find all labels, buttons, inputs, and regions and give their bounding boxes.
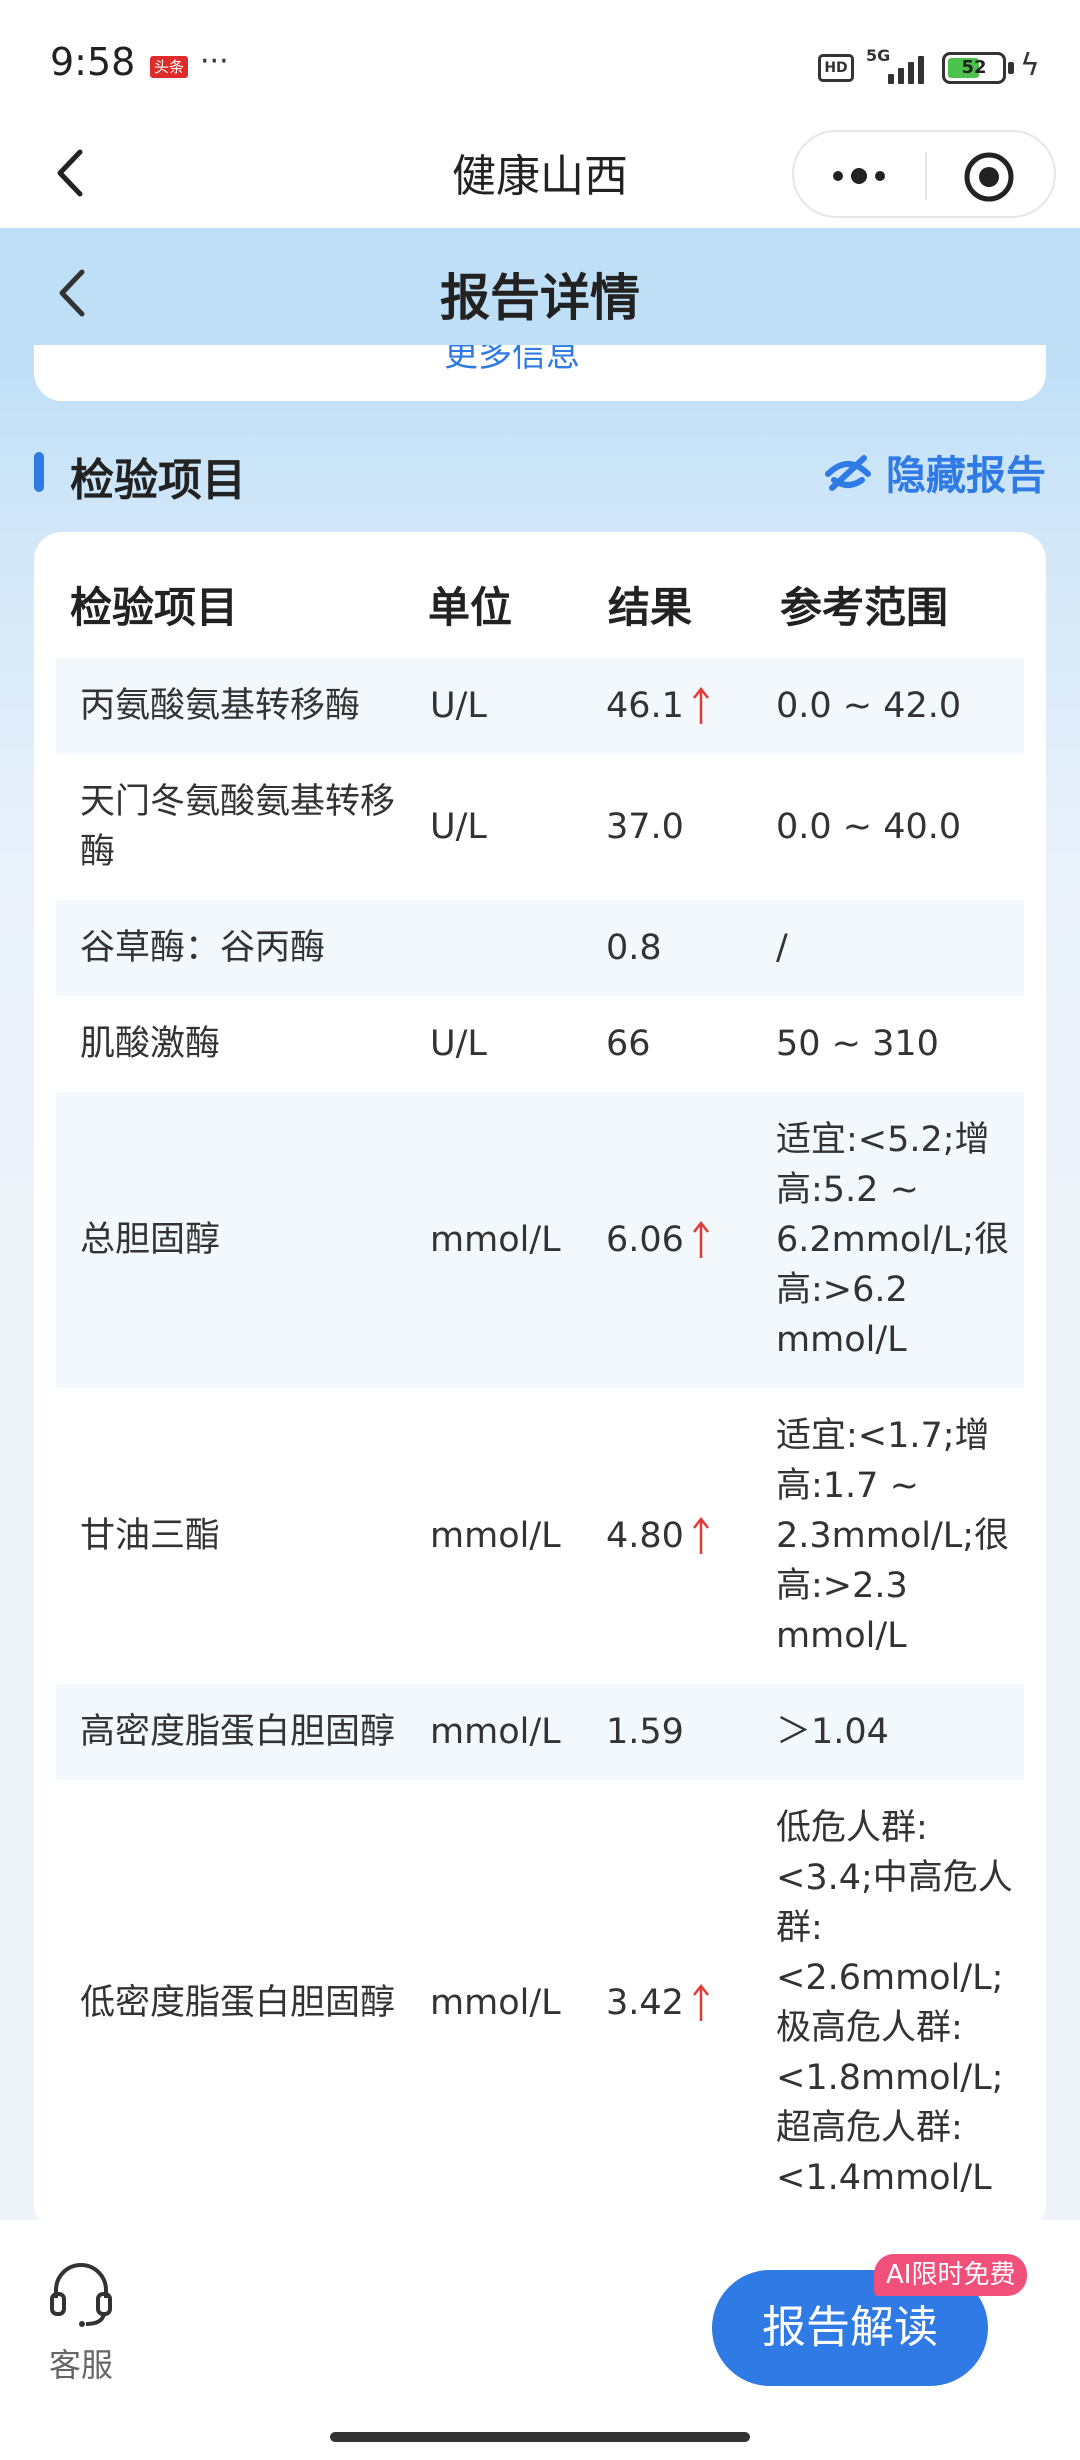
arrow-up-icon: [692, 686, 709, 724]
arrow-up-icon: [692, 1220, 709, 1258]
miniprogram-nav: 健康山西: [0, 120, 1080, 228]
item-result-value: 4.80: [606, 1516, 684, 1556]
item-range: /: [776, 928, 788, 968]
capsule-menu: [792, 130, 1056, 218]
customer-service-button[interactable]: [46, 2258, 116, 2328]
table-row: 天门冬氨酸氨基转移酶 U/L 37.0 0.0 ~ 40.0: [56, 754, 1024, 900]
item-range: 0.0 ~ 42.0: [776, 686, 962, 726]
header-result: 结果: [608, 583, 693, 632]
section-title: 检验项目: [70, 455, 246, 506]
bottom-bar: 客服 报告解读 AI限时免费: [0, 2220, 1080, 2460]
table-row: 谷草酶：谷丙酶 0.8 /: [56, 900, 1024, 996]
item-range: 0.0 ~ 40.0: [776, 807, 962, 847]
item-name: 谷草酶：谷丙酶: [80, 928, 326, 968]
customer-service-label: 客服: [48, 2346, 113, 2384]
headset-icon: [50, 2263, 112, 2327]
lab-results-card: 检验项目 单位 结果 参考范围 丙氨酸氨基转移酶 U/L 46.1 0.0 ~ …: [34, 532, 1046, 2232]
capsule-close-button[interactable]: [962, 150, 1016, 204]
battery-icon: 52: [942, 52, 1006, 84]
item-name: 甘油三酯: [80, 1516, 221, 1556]
ai-free-badge: AI限时免费: [874, 2254, 1028, 2296]
hide-report-button[interactable]: 隐藏报告: [824, 442, 1046, 502]
item-range: ＞1.04: [776, 1712, 889, 1752]
item-result-value: 46.1: [606, 686, 684, 726]
item-name: 天门冬氨酸氨基转移酶: [80, 782, 396, 872]
page-header: 报告详情: [0, 228, 1080, 358]
item-name: 总胆固醇: [80, 1220, 221, 1260]
hd-icon: HD: [818, 54, 854, 82]
item-range: 适宜:<5.2;增高:5.2 ~ 6.2mmol/L;很高:>6.2 mmol/…: [776, 1120, 1010, 1360]
section-accent-bar: [34, 452, 44, 492]
item-name: 高密度脂蛋白胆固醇: [80, 1712, 396, 1752]
capsule-more-button[interactable]: [824, 146, 894, 206]
item-result: 3.42: [606, 1983, 710, 2023]
item-result: 6.06: [606, 1220, 710, 1260]
item-result-value: 37.0: [606, 807, 684, 847]
battery-tip: [1008, 62, 1014, 74]
previous-card: 更多信息: [34, 345, 1046, 401]
header-range: 参考范围: [780, 583, 949, 632]
charging-icon: ϟ: [1020, 48, 1040, 83]
item-result-value: 66: [606, 1024, 651, 1064]
table-row: 总胆固醇 mmol/L 6.06 适宜:<5.2;增高:5.2 ~ 6.2mmo…: [56, 1092, 1024, 1388]
item-name: 肌酸激酶: [80, 1024, 221, 1064]
page-title: 报告详情: [440, 269, 640, 327]
table-row: 高密度脂蛋白胆固醇 mmol/L 1.59 ＞1.04: [56, 1684, 1024, 1780]
item-range: 适宜:<1.7;增高:1.7 ~ 2.3mmol/L;很高:>2.3 mmol/…: [776, 1416, 1010, 1656]
item-result: 1.59: [606, 1712, 684, 1752]
battery-level: 52: [961, 57, 987, 78]
arrow-up-icon: [692, 1516, 709, 1554]
item-result: 4.80: [606, 1516, 710, 1556]
item-result: 66: [606, 1024, 651, 1064]
item-unit: U/L: [430, 807, 487, 847]
header-unit: 单位: [428, 583, 513, 632]
item-name: 丙氨酸氨基转移酶: [80, 686, 361, 726]
item-unit: mmol/L: [430, 1516, 561, 1556]
item-unit: mmol/L: [430, 1712, 561, 1752]
item-result: 0.8: [606, 928, 662, 968]
status-bar: 9:58 头条 ··· HD 5G 52 ϟ: [0, 0, 1080, 120]
previous-card-link[interactable]: 更多信息: [444, 345, 580, 376]
item-range: 低危人群:<3.4;中高危人群:<2.6mmol/L;极高危人群:<1.8mmo…: [776, 1808, 1013, 2198]
hide-report-label: 隐藏报告: [886, 453, 1046, 499]
eye-off-icon: [825, 455, 871, 491]
header-item: 检验项目: [70, 583, 239, 632]
item-result-value: 0.8: [606, 928, 662, 968]
section-header: 检验项目 隐藏报告: [34, 440, 1046, 510]
table-row: 肌酸激酶 U/L 66 50 ~ 310: [56, 996, 1024, 1092]
more-dots-icon: [833, 168, 885, 184]
table-row: 丙氨酸氨基转移酶 U/L 46.1 0.0 ~ 42.0: [56, 658, 1024, 754]
signal-icon: [886, 54, 926, 84]
results-table: 丙氨酸氨基转移酶 U/L 46.1 0.0 ~ 42.0 天门冬氨酸氨基转移酶 …: [56, 658, 1024, 2226]
item-result: 46.1: [606, 686, 710, 726]
arrow-up-icon: [692, 1983, 709, 2021]
item-result-value: 1.59: [606, 1712, 684, 1752]
item-unit: mmol/L: [430, 1983, 561, 2023]
item-unit: U/L: [430, 1024, 487, 1064]
item-range: 50 ~ 310: [776, 1024, 939, 1064]
target-icon: [964, 152, 1014, 202]
item-result: 37.0: [606, 807, 684, 847]
home-indicator[interactable]: [330, 2432, 750, 2442]
capsule-divider: [925, 152, 927, 200]
item-unit: mmol/L: [430, 1220, 561, 1260]
status-more-icon: ···: [200, 44, 229, 79]
item-unit: U/L: [430, 686, 487, 726]
item-result-value: 3.42: [606, 1983, 684, 2023]
table-row: 甘油三酯 mmol/L 4.80 适宜:<1.7;增高:1.7 ~ 2.3mmo…: [56, 1388, 1024, 1684]
item-result-value: 6.06: [606, 1220, 684, 1260]
item-name: 低密度脂蛋白胆固醇: [80, 1983, 396, 2023]
table-row: 低密度脂蛋白胆固醇 mmol/L 3.42 低危人群:<3.4;中高危人群:<2…: [56, 1780, 1024, 2226]
status-time: 9:58: [50, 40, 136, 84]
news-badge-icon: 头条: [150, 56, 188, 78]
